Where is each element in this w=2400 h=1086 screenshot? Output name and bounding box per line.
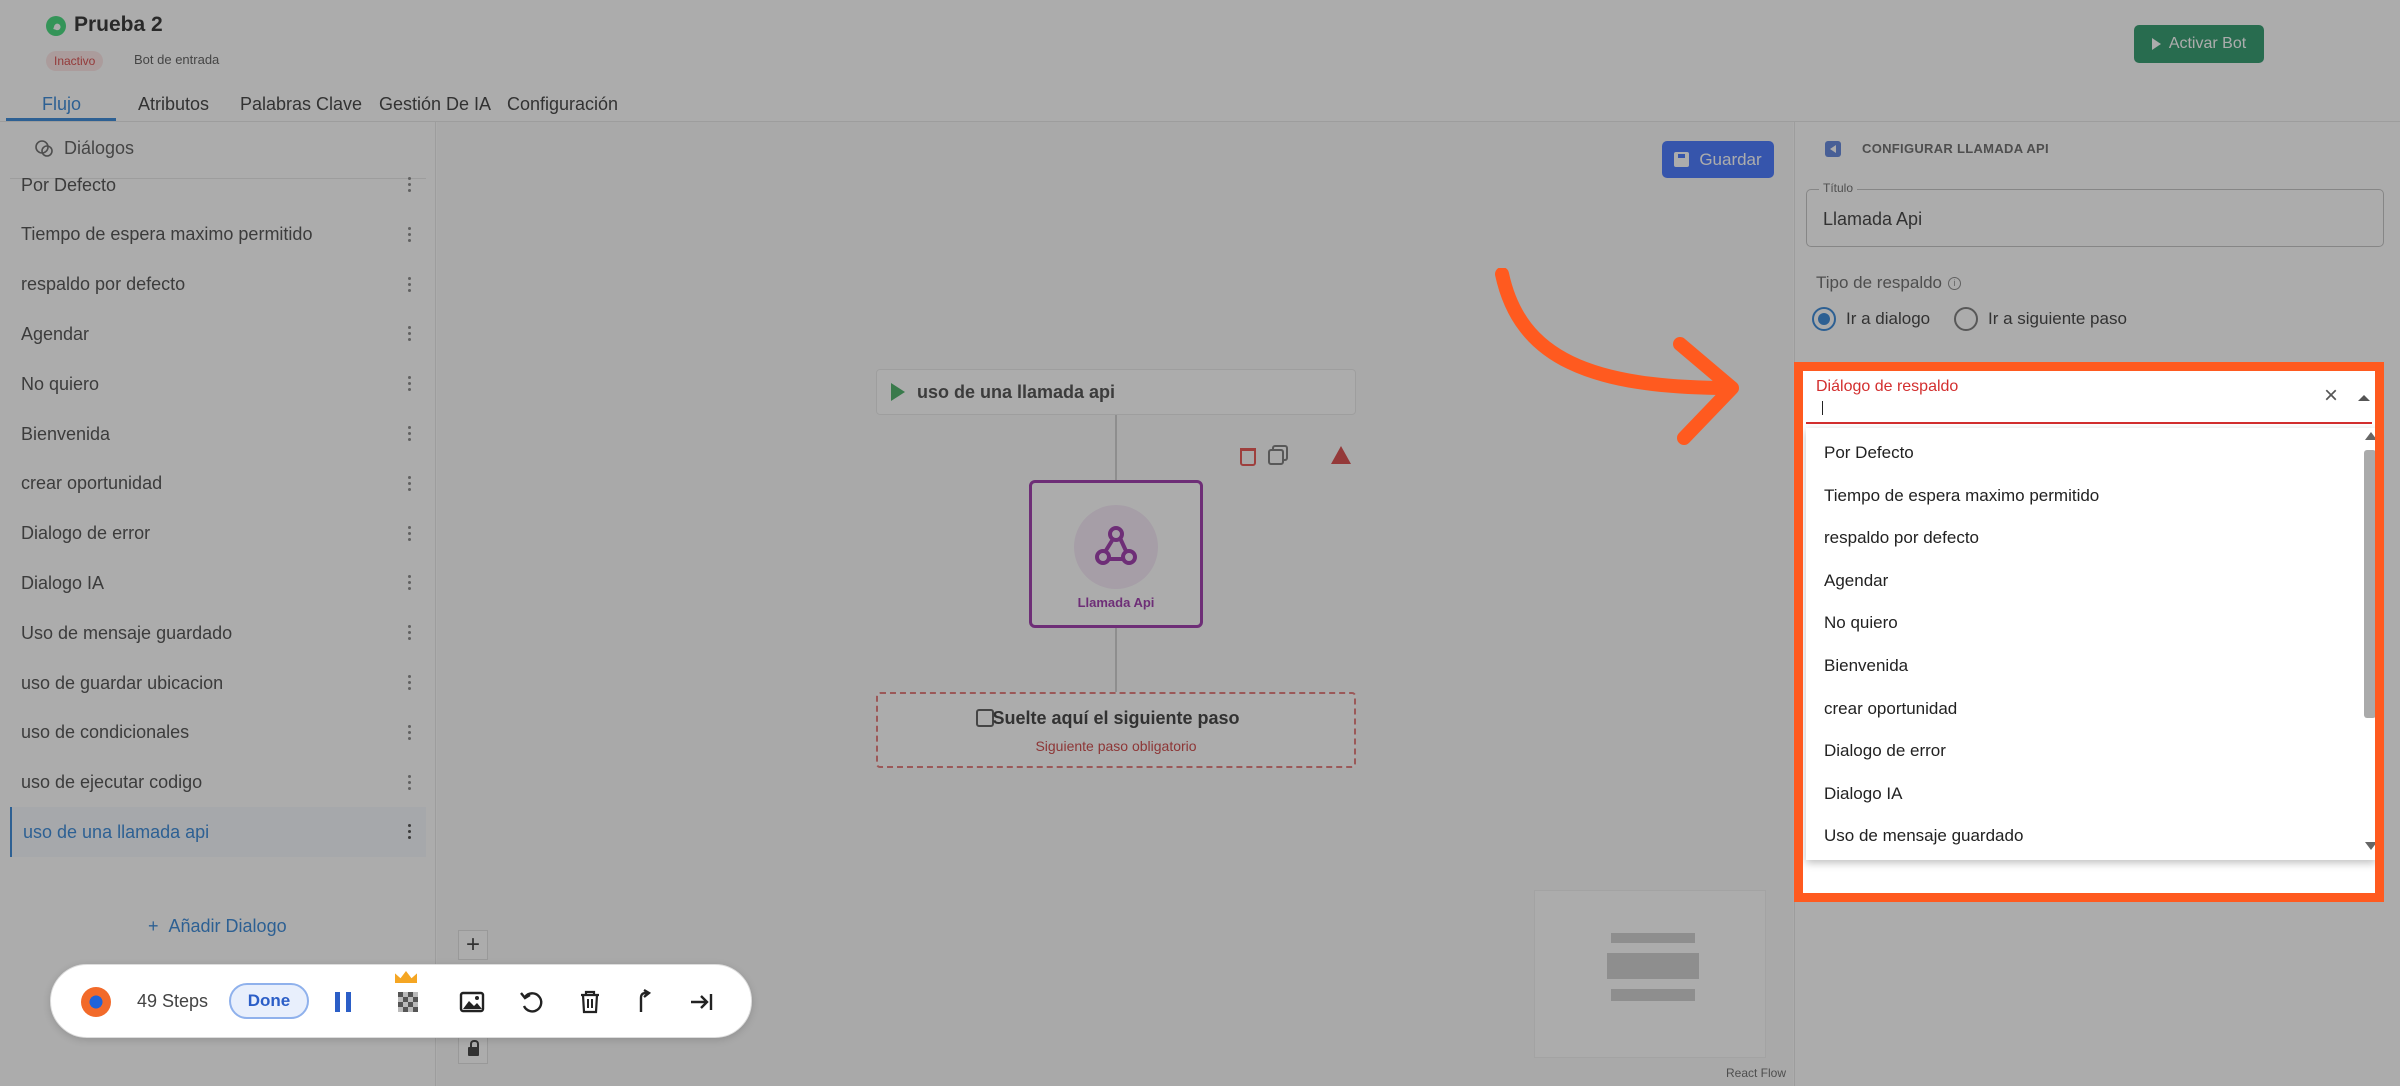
recorder-toolbar: 49 Steps Done	[50, 964, 752, 1038]
crown-icon	[395, 971, 417, 983]
highlight-frame	[1794, 362, 2384, 902]
annotation-arrow-icon	[1495, 268, 1739, 445]
trash-icon[interactable]	[575, 987, 605, 1017]
dim-overlay	[0, 0, 2400, 362]
pause-icon[interactable]	[335, 992, 351, 1012]
share-up-icon[interactable]	[631, 987, 661, 1017]
blur-icon[interactable]	[393, 987, 423, 1017]
undo-icon[interactable]	[517, 987, 547, 1017]
steps-count: 49 Steps	[137, 991, 209, 1011]
dim-overlay	[1794, 902, 2384, 1086]
skip-end-icon[interactable]	[687, 987, 717, 1017]
done-button[interactable]: Done	[229, 983, 309, 1019]
recorder-logo-icon	[81, 987, 111, 1017]
dim-overlay	[2384, 362, 2400, 1086]
image-icon[interactable]	[457, 987, 487, 1017]
